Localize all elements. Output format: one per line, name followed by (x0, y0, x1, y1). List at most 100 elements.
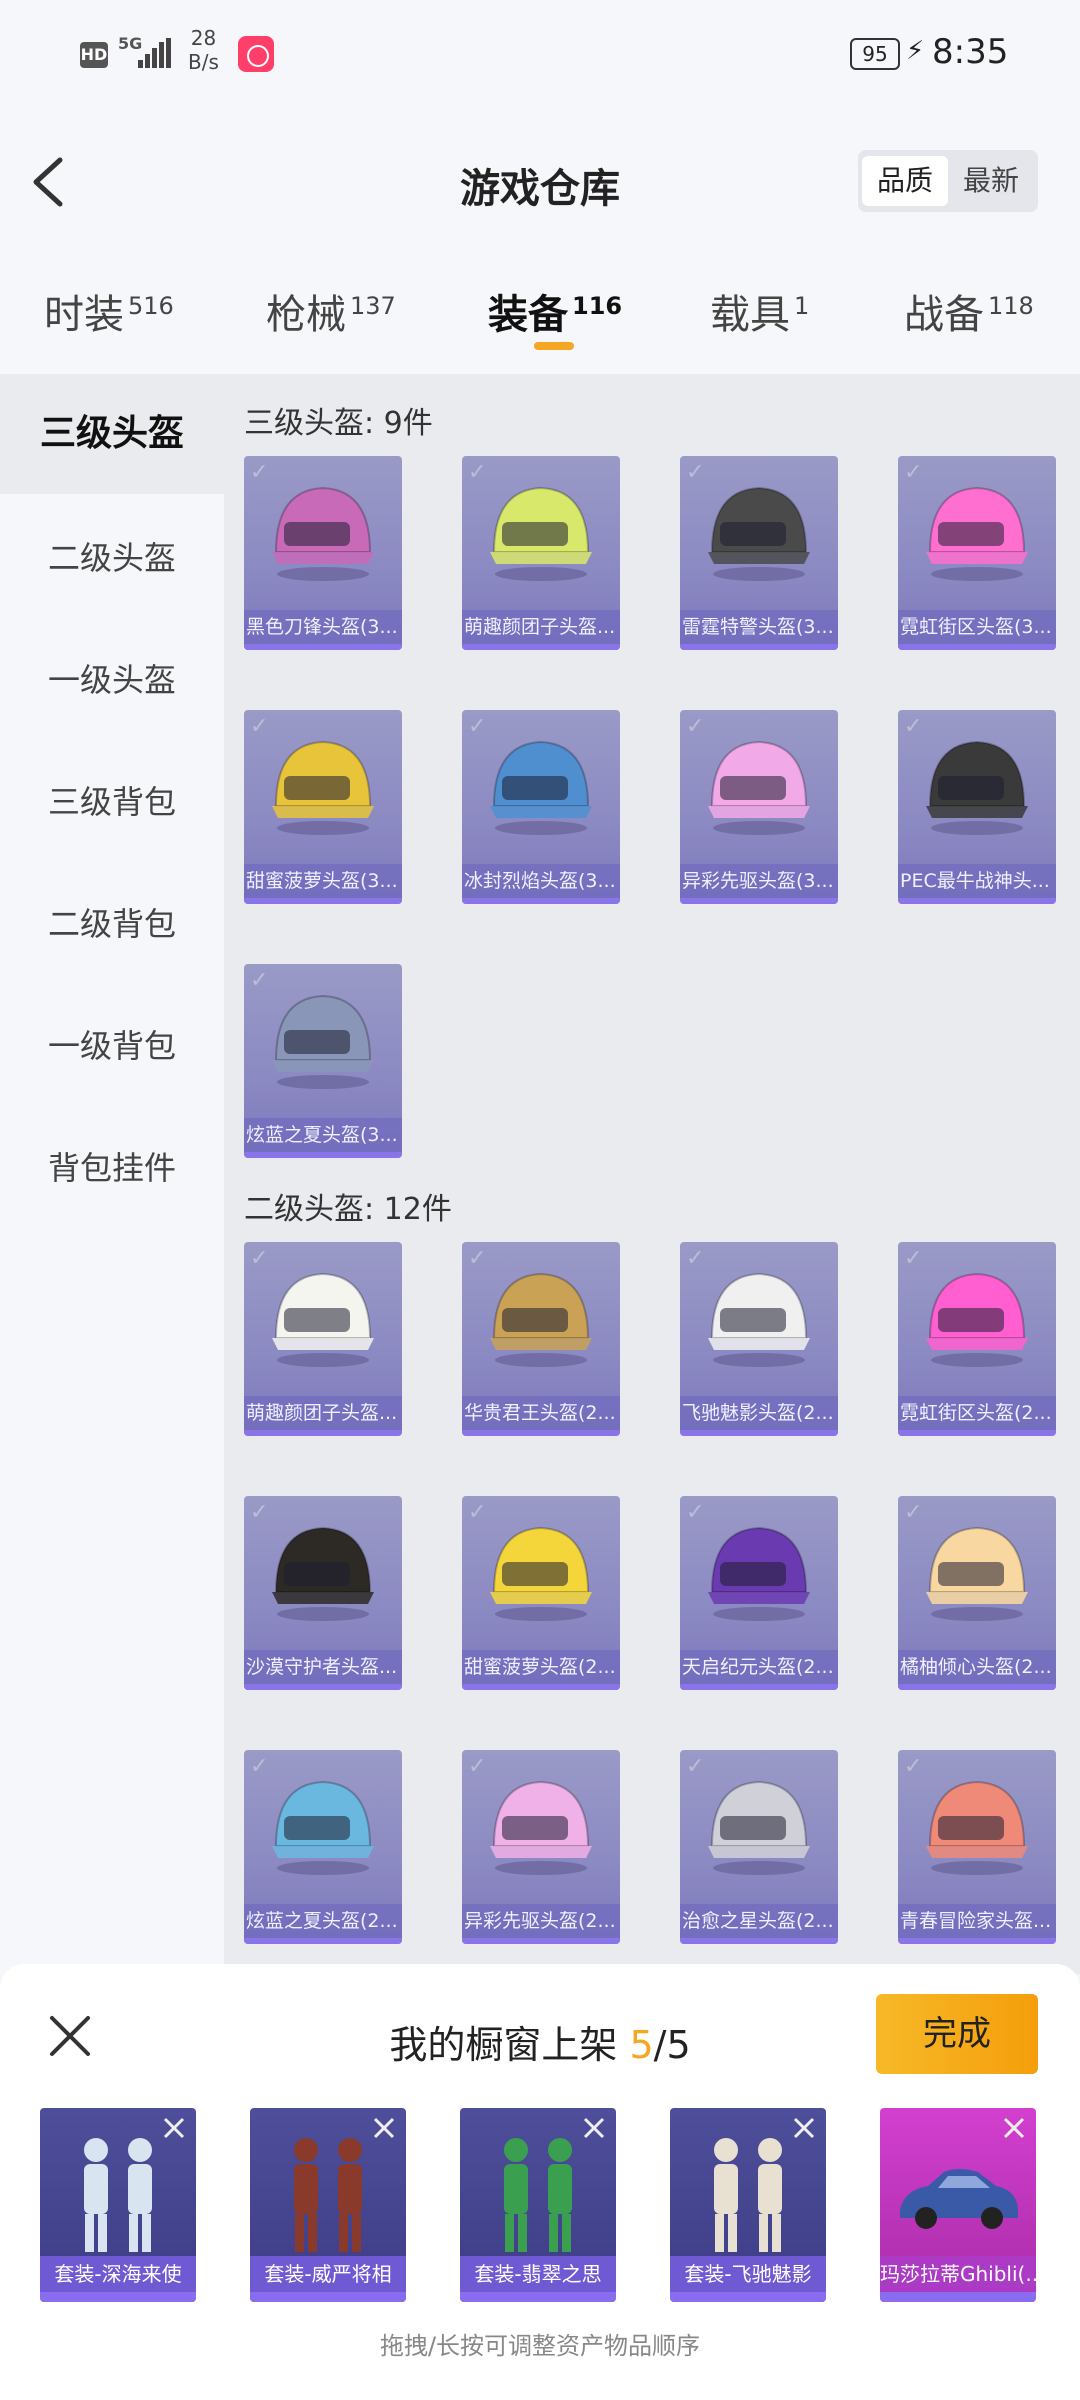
helmet-icon (694, 1510, 824, 1630)
item-card[interactable]: ✓ 雷霆特警头盔(3... (680, 456, 838, 650)
showcase-item[interactable]: 套装-翡翠之思 (460, 2108, 616, 2302)
tab-count: 116 (572, 292, 623, 320)
item-card[interactable]: ✓ 华贵君王头盔(2... (462, 1242, 620, 1436)
showcase-item-label: 玛莎拉蒂Ghibli(... (880, 2256, 1036, 2292)
status-bar: HD 5G 28 B/s 95 ⚡ 8:35 (0, 0, 1080, 110)
sidebar-item-level1-backpack[interactable]: 一级背包 (0, 986, 224, 1106)
car-icon (892, 2128, 1024, 2258)
done-button[interactable]: 完成 (876, 1994, 1038, 2074)
item-card[interactable]: ✓ 冰封烈焰头盔(3... (462, 710, 620, 904)
showcase-item[interactable]: 套装-威严将相 (250, 2108, 406, 2302)
item-card[interactable]: ✓ 青春冒险家头盔... (898, 1750, 1056, 1944)
sidebar-item-level3-backpack[interactable]: 三级背包 (0, 742, 224, 862)
item-name: 萌趣颜团子头盔... (244, 1396, 402, 1430)
showcase-item[interactable]: 套装-深海来使 (40, 2108, 196, 2302)
rarity-bar (898, 1684, 1056, 1690)
rarity-bar (898, 898, 1056, 904)
item-card[interactable]: ✓ 治愈之星头盔(2... (680, 1750, 838, 1944)
remove-icon[interactable] (160, 2114, 188, 2142)
item-card[interactable]: ✓ 霓虹街区头盔(2... (898, 1242, 1056, 1436)
item-card[interactable]: ✓ 炫蓝之夏头盔(2... (244, 1750, 402, 1944)
remove-icon[interactable] (580, 2114, 608, 2142)
item-name: 飞驰魅影头盔(2... (680, 1396, 838, 1430)
remove-icon[interactable] (790, 2114, 818, 2142)
remove-icon[interactable] (1000, 2114, 1028, 2142)
showcase-item[interactable]: 套装-飞驰魅影 (670, 2108, 826, 2302)
rarity-bar (462, 1684, 620, 1690)
tab-weapons[interactable]: 枪械 137 (266, 282, 396, 340)
item-name: 华贵君王头盔(2... (462, 1396, 620, 1430)
item-name: 异彩先驱头盔(2... (462, 1904, 620, 1938)
speed-unit: B/s (188, 50, 219, 74)
item-card[interactable]: ✓ 橘柚倾心头盔(2... (898, 1496, 1056, 1690)
rarity-bar (680, 644, 838, 650)
item-card[interactable]: ✓ 沙漠守护者头盔... (244, 1496, 402, 1690)
item-card[interactable]: ✓ 异彩先驱头盔(3... (680, 710, 838, 904)
outfit-icon (262, 2128, 394, 2258)
item-card[interactable]: ✓ 甜蜜菠萝头盔(2... (462, 1496, 620, 1690)
helmet-icon (258, 724, 388, 844)
section-title: 三级头盔: 9件 (244, 406, 433, 441)
showcase-item[interactable]: 玛莎拉蒂Ghibli(... (880, 2108, 1036, 2302)
helmet-icon (912, 1764, 1042, 1884)
sidebar-item-level1-helmet[interactable]: 一级头盔 (0, 620, 224, 740)
showcase-item-label: 套装-深海来使 (40, 2256, 196, 2292)
speed-value: 28 (190, 26, 217, 50)
rarity-bar (880, 2292, 1036, 2302)
tab-fashion[interactable]: 时装 516 (44, 282, 174, 340)
helmet-icon (258, 470, 388, 590)
rarity-bar (244, 1430, 402, 1436)
outfit-icon (682, 2128, 814, 2258)
tab-gear[interactable]: 战备 118 (904, 282, 1034, 340)
remove-icon[interactable] (370, 2114, 398, 2142)
helmet-icon (258, 1256, 388, 1376)
item-name: 炫蓝之夏头盔(3... (244, 1118, 402, 1152)
showcase-separator: / (653, 2023, 667, 2067)
rarity-bar (244, 1684, 402, 1690)
item-card[interactable]: ✓ 霓虹街区头盔(3... (898, 456, 1056, 650)
item-card[interactable]: ✓ 炫蓝之夏头盔(3... (244, 964, 402, 1158)
helmet-icon (694, 724, 824, 844)
sort-by-newest-button[interactable]: 最新 (948, 156, 1034, 206)
helmet-icon (476, 1510, 606, 1630)
item-card[interactable]: ✓ 萌趣颜团子头盔... (244, 1242, 402, 1436)
item-name: 橘柚倾心头盔(2... (898, 1650, 1056, 1684)
helmet-icon (694, 1764, 824, 1884)
section-title: 二级头盔: 12件 (244, 1192, 452, 1227)
item-card[interactable]: ✓ 飞驰魅影头盔(2... (680, 1242, 838, 1436)
sidebar-item-level2-helmet[interactable]: 二级头盔 (0, 498, 224, 618)
tab-count: 516 (128, 292, 174, 320)
tab-equipment[interactable]: 装备 116 (488, 282, 622, 340)
item-card[interactable]: ✓ PEC最牛战神头... (898, 710, 1056, 904)
rarity-bar (250, 2292, 406, 2302)
rarity-bar (680, 898, 838, 904)
tab-label: 装备 (488, 292, 568, 338)
tab-vehicles[interactable]: 载具 1 (710, 282, 809, 340)
rarity-bar (462, 1430, 620, 1436)
item-name: 霓虹街区头盔(3... (898, 610, 1056, 644)
tab-label: 枪械 (266, 292, 346, 338)
helmet-icon (694, 470, 824, 590)
helmet-icon (912, 1256, 1042, 1376)
item-card[interactable]: ✓ 异彩先驱头盔(2... (462, 1750, 620, 1944)
battery-icon: 95 (850, 38, 900, 70)
sidebar-item-backpack-charm[interactable]: 背包挂件 (0, 1108, 224, 1228)
item-name: 炫蓝之夏头盔(2... (244, 1904, 402, 1938)
tab-count: 118 (988, 292, 1034, 320)
item-card[interactable]: ✓ 黑色刀锋头盔(3... (244, 456, 402, 650)
sort-by-quality-button[interactable]: 品质 (862, 156, 948, 206)
item-name: 青春冒险家头盔... (898, 1904, 1056, 1938)
helmet-icon (476, 724, 606, 844)
item-name: 沙漠守护者头盔... (244, 1650, 402, 1684)
item-card[interactable]: ✓ 天启纪元头盔(2... (680, 1496, 838, 1690)
item-card[interactable]: ✓ 甜蜜菠萝头盔(3... (244, 710, 402, 904)
sidebar-item-level3-helmet[interactable]: 三级头盔 (0, 374, 224, 494)
sidebar-item-level2-backpack[interactable]: 二级背包 (0, 864, 224, 984)
header: 游戏仓库 品质 最新 (0, 110, 1080, 250)
helmet-icon (694, 1256, 824, 1376)
showcase-title-text: 我的橱窗上架 (389, 2023, 630, 2067)
rarity-bar (244, 644, 402, 650)
hd-icon: HD (80, 42, 108, 68)
rarity-bar (460, 2292, 616, 2302)
item-card[interactable]: ✓ 萌趣颜团子头盔... (462, 456, 620, 650)
